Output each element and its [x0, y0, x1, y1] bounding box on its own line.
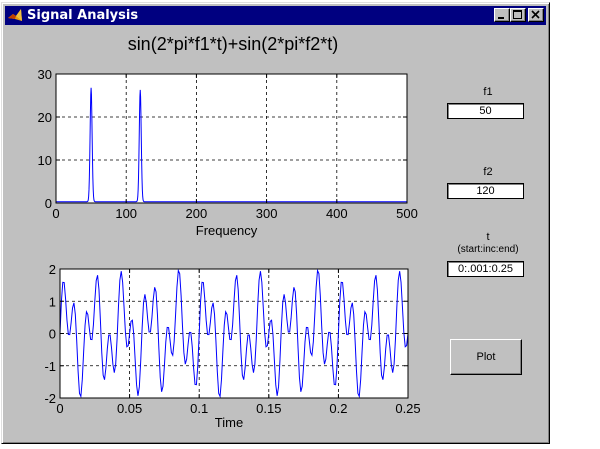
y-tick-label: -1	[44, 359, 56, 374]
x-tick-label: 0	[52, 206, 59, 221]
y-tick-label: 10	[38, 153, 52, 168]
x-tick-label: 0.15	[256, 401, 281, 416]
y-tick-label: 0	[45, 196, 52, 211]
x-tick-label: 100	[115, 206, 137, 221]
x-tick-label: 0.2	[329, 401, 347, 416]
x-tick-label: 0.05	[117, 401, 142, 416]
x-tick-label: 0.25	[395, 401, 420, 416]
spectrum-chart: 0 100 200 300 400 500 0 10 20 30 Frequency	[38, 67, 418, 238]
x-tick-label: 0	[56, 401, 63, 416]
y-tick-label: 0	[49, 327, 56, 342]
y-tick-label: 20	[38, 110, 52, 125]
y-tick-label: 30	[38, 67, 52, 82]
y-tick-label: 2	[49, 262, 56, 277]
plot-area	[56, 74, 407, 203]
charts-layer: 0 100 200 300 400 5000102030Frequency 0 0.05 0.…	[38, 67, 421, 430]
x-axis-label: Time	[215, 415, 243, 430]
y-tick-label: 1	[49, 294, 56, 309]
x-tick-label: 0.1	[190, 401, 208, 416]
time-signal-chart: 0 0.05 0.1 0.15 0.2 0.25 -2 -1 0 1 2 Time	[44, 262, 420, 430]
y-tick-label: -2	[44, 391, 56, 406]
x-tick-label: 200	[186, 206, 208, 221]
x-tick-label: 500	[396, 206, 418, 221]
x-axis-label: Frequency	[196, 223, 258, 238]
x-tick-label: 300	[256, 206, 278, 221]
x-tick-label: 400	[326, 206, 348, 221]
